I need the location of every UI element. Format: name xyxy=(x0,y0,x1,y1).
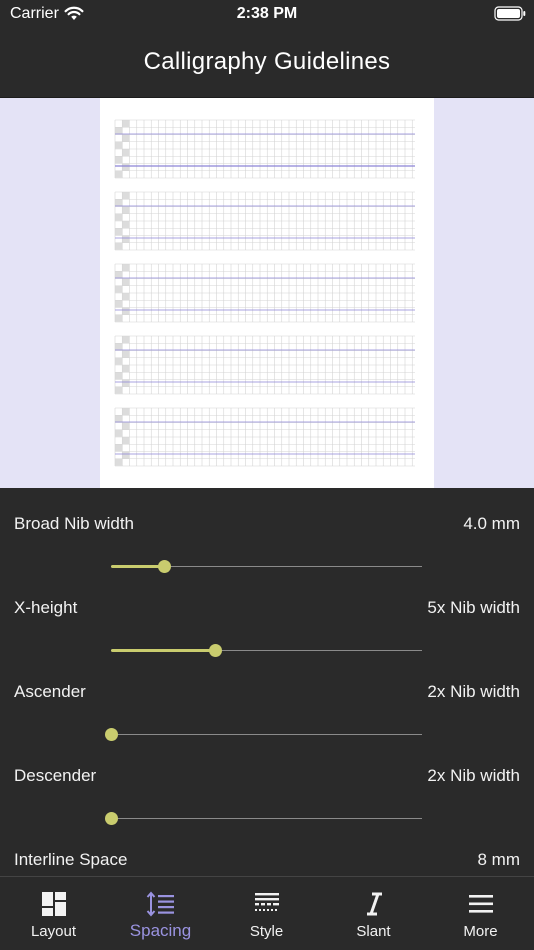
nib-square xyxy=(115,213,122,221)
setting-descender: Descender 2x Nib width xyxy=(0,740,534,825)
nib-square xyxy=(122,437,129,444)
tab-style[interactable]: Style xyxy=(213,877,320,950)
more-icon xyxy=(427,891,534,917)
nib-square xyxy=(115,372,122,380)
status-bar: Carrier 2:38 PM xyxy=(0,0,534,28)
nib-square xyxy=(122,379,129,387)
nib-square xyxy=(115,444,122,452)
guideline-grid xyxy=(114,119,415,467)
nib-square xyxy=(122,264,129,271)
nib-square xyxy=(122,307,129,315)
nib-square xyxy=(115,127,122,135)
navigation-bar: Calligraphy Guidelines xyxy=(0,28,534,98)
tab-label: Layout xyxy=(30,923,77,940)
setting-x-height: X-height 5x Nib width xyxy=(0,572,534,657)
guideline-block xyxy=(114,335,415,395)
tab-layout[interactable]: Layout xyxy=(0,877,107,950)
nib-square xyxy=(115,228,122,236)
nib-square xyxy=(122,365,129,372)
guideline-sheet xyxy=(100,98,434,488)
nib-square xyxy=(122,192,129,199)
guideline-block xyxy=(114,263,415,323)
tab-label: More xyxy=(463,923,498,940)
setting-value: 2x Nib width xyxy=(427,682,520,701)
preview-area xyxy=(0,98,534,488)
nib-square xyxy=(122,408,129,415)
tab-label: Slant xyxy=(356,923,391,940)
nib-square xyxy=(115,415,122,423)
slant-icon xyxy=(320,891,427,917)
settings-panel: Broad Nib width 4.0 mm X-height 5x Nib w… xyxy=(0,488,534,876)
tab-label: Style xyxy=(249,923,284,940)
nib-square xyxy=(115,300,122,308)
nib-square xyxy=(115,141,122,149)
guideline-block xyxy=(114,119,415,179)
setting-ascender: Ascender 2x Nib width xyxy=(0,656,534,741)
battery-icon xyxy=(494,6,526,26)
nib-square xyxy=(122,221,129,228)
nib-square xyxy=(115,242,122,250)
setting-interline-space: Interline Space 8 mm xyxy=(0,824,534,876)
nib-square xyxy=(122,336,129,343)
setting-label: X-height xyxy=(14,598,78,617)
nib-square xyxy=(115,285,122,293)
spacing-icon xyxy=(107,891,214,917)
nib-square xyxy=(115,170,122,178)
page-title: Calligraphy Guidelines xyxy=(143,48,391,75)
nib-square xyxy=(122,120,129,127)
nib-square xyxy=(115,156,122,164)
layout-icon xyxy=(0,891,107,917)
nib-square xyxy=(115,429,122,437)
setting-value: 8 mm xyxy=(477,850,521,869)
slider-fill xyxy=(111,649,215,652)
tab-bar: Layout Spacing Style Slant More xyxy=(0,876,534,950)
slider-fill xyxy=(111,565,164,568)
setting-broad-nib-width: Broad Nib width 4.0 mm xyxy=(0,488,534,573)
nib-square xyxy=(122,278,129,286)
nib-square xyxy=(122,134,129,142)
nib-square xyxy=(122,149,129,156)
clock: 2:38 PM xyxy=(236,5,298,22)
nib-square xyxy=(115,458,122,466)
tab-spacing[interactable]: Spacing xyxy=(107,877,214,950)
setting-value: 4.0 mm xyxy=(463,514,520,533)
setting-label: Interline Space xyxy=(14,850,128,869)
nib-square xyxy=(122,235,129,243)
nib-square xyxy=(115,357,122,365)
setting-label: Ascender xyxy=(14,682,86,701)
nib-square xyxy=(115,343,122,351)
nib-square xyxy=(115,314,122,322)
nib-square xyxy=(115,271,122,279)
nib-square xyxy=(122,163,129,171)
setting-value: 5x Nib width xyxy=(427,598,520,617)
tab-slant[interactable]: Slant xyxy=(320,877,427,950)
setting-label: Broad Nib width xyxy=(14,514,135,533)
nib-square xyxy=(122,206,129,214)
nib-square xyxy=(115,386,122,394)
guideline-block xyxy=(114,191,415,251)
tab-more[interactable]: More xyxy=(427,877,534,950)
nib-square xyxy=(115,199,122,207)
nib-square xyxy=(122,422,129,430)
nib-square xyxy=(122,451,129,459)
setting-label: Descender xyxy=(14,766,97,785)
nib-square xyxy=(122,293,129,300)
setting-value: 2x Nib width xyxy=(427,766,520,785)
guideline-block xyxy=(114,407,415,467)
nib-square xyxy=(122,350,129,358)
tab-label: Spacing xyxy=(129,921,192,940)
style-icon xyxy=(213,891,320,917)
